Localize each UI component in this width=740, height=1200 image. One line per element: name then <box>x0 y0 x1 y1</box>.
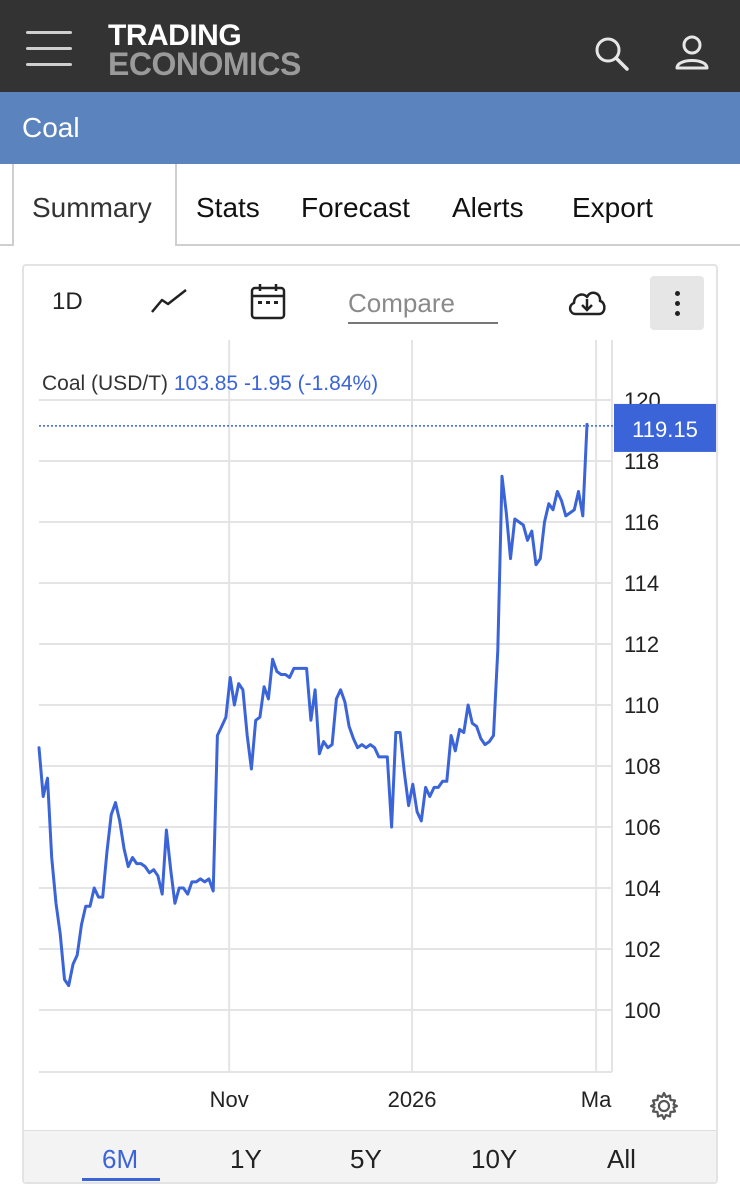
range-6m[interactable]: 6M <box>102 1144 138 1175</box>
download-icon[interactable] <box>566 286 608 318</box>
interval-button[interactable]: 1D <box>52 288 83 316</box>
range-10y[interactable]: 10Y <box>471 1144 517 1175</box>
tab-stats[interactable]: Stats <box>196 192 260 224</box>
range-active-indicator <box>82 1178 160 1181</box>
legend-change: -1.95 (-1.84%) <box>243 372 379 395</box>
chart-legend: Coal (USD/T) 103.85 -1.95 (-1.84%) <box>42 372 378 396</box>
legend-value: 103.85 <box>173 372 239 395</box>
legend-series-name: Coal (USD/T) <box>42 372 169 395</box>
tab-alerts[interactable]: Alerts <box>452 192 524 224</box>
settings-gear-icon[interactable] <box>648 1090 680 1122</box>
logo-line-2: ECONOMICS <box>108 46 301 82</box>
logo[interactable]: TRADING ECONOMICS <box>108 21 301 82</box>
search-icon[interactable] <box>592 34 632 74</box>
user-icon[interactable] <box>672 34 712 74</box>
compare-input[interactable] <box>348 284 498 324</box>
range-1y[interactable]: 1Y <box>230 1144 262 1175</box>
top-bar: TRADING ECONOMICS <box>0 0 740 92</box>
range-5y[interactable]: 5Y <box>350 1144 382 1175</box>
range-all[interactable]: All <box>607 1144 636 1175</box>
menu-icon[interactable] <box>26 31 72 67</box>
page-title: Coal <box>22 112 80 143</box>
tab-summary[interactable]: Summary <box>32 192 152 224</box>
calendar-icon[interactable] <box>250 282 286 320</box>
line-chart-icon[interactable] <box>150 286 188 316</box>
more-options-icon[interactable] <box>650 276 704 330</box>
tab-forecast[interactable]: Forecast <box>301 192 410 224</box>
chart-card <box>22 264 718 1184</box>
tab-bar: Summary Stats Forecast Alerts Export <box>0 164 740 248</box>
title-band: Coal <box>0 92 740 164</box>
tab-export[interactable]: Export <box>572 192 653 224</box>
